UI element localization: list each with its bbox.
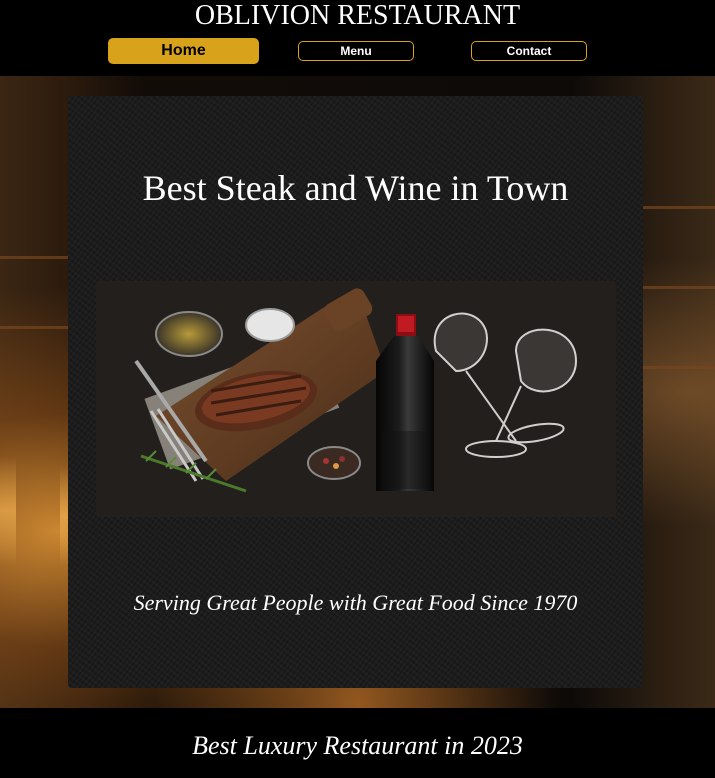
tagline: Serving Great People with Great Food Sin…	[133, 590, 578, 615]
background-shelf	[643, 206, 715, 209]
background-shelf	[0, 326, 68, 329]
headline: Best Steak and Wine in Town	[142, 168, 569, 208]
background-shelf	[643, 286, 715, 289]
nav-contact-button[interactable]: Contact	[471, 41, 587, 61]
site-header: OBLIVION RESTAURANT	[0, 0, 715, 76]
nav-menu-button[interactable]: Menu	[298, 41, 414, 61]
background-light	[0, 456, 16, 566]
nav-home-button[interactable]: Home	[108, 38, 259, 64]
site-title: OBLIVION RESTAURANT	[194, 0, 521, 31]
steak-and-wine-photo	[96, 281, 616, 517]
footer-text: Best Luxury Restaurant in 2023	[192, 731, 523, 760]
background-shelf	[643, 366, 715, 369]
background-shelf	[0, 256, 68, 259]
